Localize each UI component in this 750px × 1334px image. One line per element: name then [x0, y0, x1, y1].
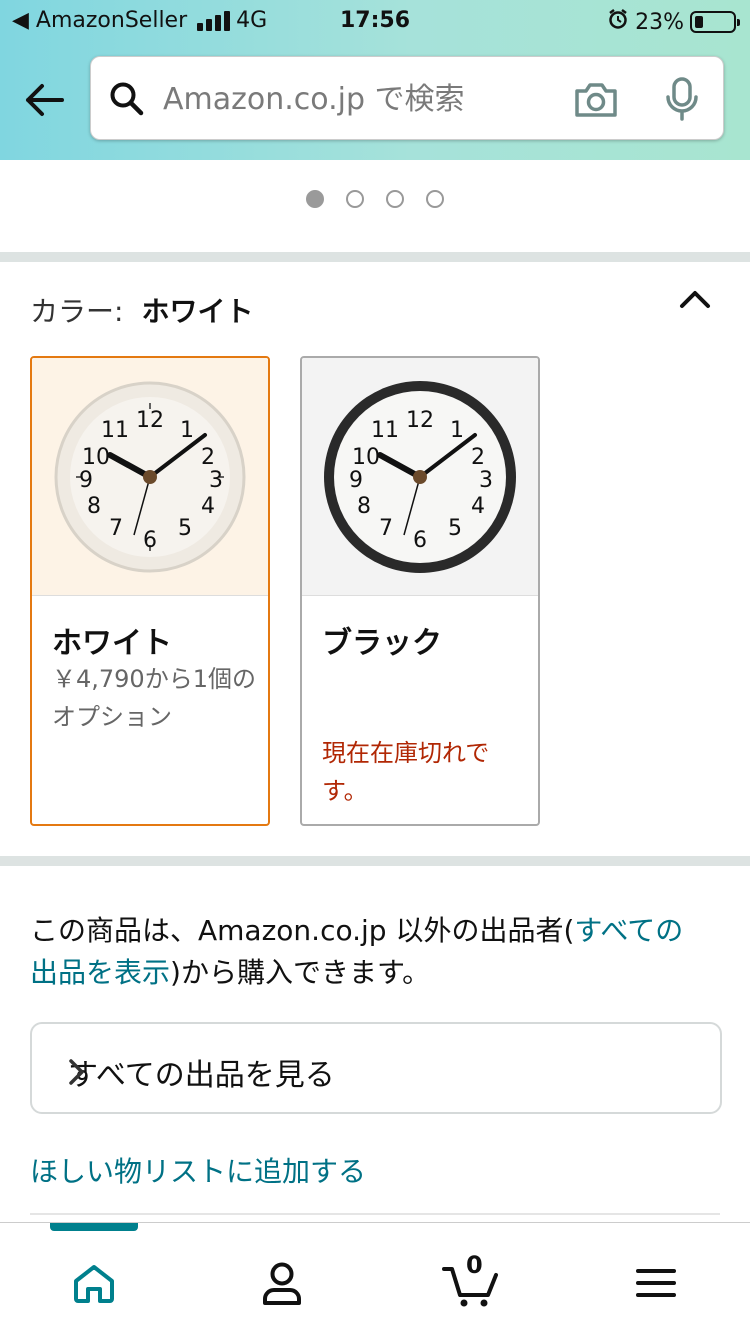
svg-text:1: 1 — [180, 418, 194, 443]
sellers-text-end: )から購入できます。 — [170, 956, 431, 989]
back-arrow-icon[interactable] — [22, 78, 66, 122]
svg-text:10: 10 — [352, 445, 380, 470]
svg-text:6: 6 — [143, 528, 157, 553]
sellers-text: この商品は、Amazon.co.jp 以外の出品者( — [30, 914, 575, 947]
svg-text:2: 2 — [471, 445, 485, 470]
section-divider — [0, 856, 750, 866]
svg-text:2: 2 — [201, 445, 215, 470]
bottom-tab-bar: 0 — [0, 1222, 750, 1334]
svg-text:5: 5 — [448, 516, 462, 541]
svg-text:1: 1 — [450, 418, 464, 443]
chevron-right-icon — [68, 1058, 686, 1094]
search-bar[interactable] — [90, 56, 724, 140]
battery-icon — [690, 11, 740, 33]
svg-text:11: 11 — [101, 418, 129, 443]
color-option-white[interactable]: 12 1 2 345 678 9 10 11 ホワイト ￥4,790から1個のオプション — [30, 356, 270, 826]
svg-text:10: 10 — [82, 445, 110, 470]
app-header: ◀ AmazonSeller 4G 17:56 23% — [0, 0, 750, 160]
svg-text:9: 9 — [349, 468, 363, 493]
svg-text:4: 4 — [201, 494, 215, 519]
black-clock-image: 12 1 2 345 678 9 10 11 — [302, 358, 538, 596]
selected-color-value: ホワイト — [141, 295, 254, 328]
color-selector-label: カラー: ホワイト — [30, 290, 253, 330]
option-price: ￥4,790から1個のオプション — [52, 665, 256, 731]
see-all-offers-button[interactable]: すべての出品を見る — [30, 1022, 722, 1114]
option-name: ブラック — [322, 626, 442, 661]
svg-text:6: 6 — [413, 528, 427, 553]
svg-text:3: 3 — [209, 468, 223, 493]
option-name: ホワイト — [52, 626, 172, 661]
color-option-black[interactable]: 12 1 2 345 678 9 10 11 ブラック 現在在庫切れです。 — [300, 356, 540, 826]
svg-text:12: 12 — [406, 408, 434, 433]
svg-text:4: 4 — [471, 494, 485, 519]
search-icon — [109, 81, 145, 121]
alarm-icon — [607, 8, 629, 36]
svg-text:3: 3 — [479, 468, 493, 493]
svg-text:7: 7 — [109, 516, 123, 541]
search-input[interactable] — [163, 75, 543, 123]
active-tab-indicator — [50, 1223, 138, 1231]
image-carousel-dots[interactable] — [0, 190, 750, 208]
svg-text:5: 5 — [178, 516, 192, 541]
svg-text:8: 8 — [87, 494, 101, 519]
svg-text:8: 8 — [357, 494, 371, 519]
svg-text:9: 9 — [79, 468, 93, 493]
carousel-dot[interactable] — [346, 190, 364, 208]
svg-text:11: 11 — [371, 418, 399, 443]
battery-percent: 23% — [635, 9, 684, 35]
account-icon[interactable] — [252, 1253, 312, 1313]
microphone-icon[interactable] — [665, 77, 699, 127]
other-sellers-info: この商品は、Amazon.co.jp 以外の出品者(すべての出品を表示)から購入… — [30, 910, 710, 994]
status-bar: ◀ AmazonSeller 4G 17:56 23% — [0, 6, 750, 36]
color-label-text: カラー: — [30, 295, 124, 328]
chevron-up-icon[interactable] — [678, 284, 712, 314]
svg-text:7: 7 — [379, 516, 393, 541]
section-divider — [0, 252, 750, 262]
carousel-dot[interactable] — [306, 190, 324, 208]
menu-icon[interactable] — [626, 1253, 686, 1313]
carousel-dot[interactable] — [386, 190, 404, 208]
carousel-dot[interactable] — [426, 190, 444, 208]
add-to-wishlist-link[interactable]: ほしい物リストに追加する — [30, 1150, 366, 1190]
out-of-stock-text: 現在在庫切れです。 — [322, 739, 490, 805]
camera-icon[interactable] — [573, 81, 619, 123]
cart-icon[interactable]: 0 — [440, 1251, 504, 1313]
svg-text:12: 12 — [136, 408, 164, 433]
home-icon[interactable] — [64, 1253, 124, 1313]
cart-count-badge: 0 — [466, 1251, 483, 1279]
divider-line — [30, 1213, 720, 1215]
white-clock-image: 12 1 2 345 678 9 10 11 — [32, 358, 268, 596]
